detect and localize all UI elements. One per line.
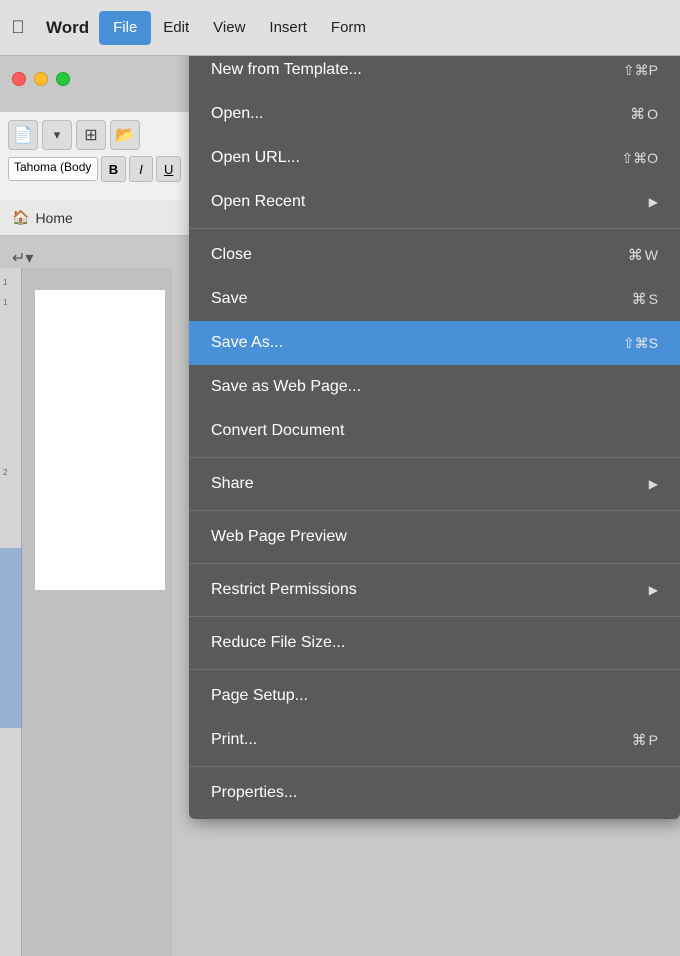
menu-form-label: Form xyxy=(331,19,366,36)
home-tab-label: Home xyxy=(35,210,72,226)
menu-item-share[interactable]: Share ▶ xyxy=(189,462,680,506)
left-doc-page xyxy=(35,290,165,590)
menu-insert[interactable]: Insert xyxy=(257,11,319,45)
file-dropdown-menu: New Blank Document ⌘N New from Template.… xyxy=(189,0,680,819)
menu-item-save[interactable]: Save ⌘S xyxy=(189,277,680,321)
traffic-lights xyxy=(12,72,70,86)
menu-item-print[interactable]: Print... ⌘P xyxy=(189,718,680,762)
menu-section-web-preview: Web Page Preview xyxy=(189,510,680,563)
left-toolbar: 📄 ▾ ⊞ 📂 Tahoma (Body B I U xyxy=(0,112,189,202)
menu-item-reduce-size[interactable]: Reduce File Size... xyxy=(189,621,680,665)
home-icon: 🏠 xyxy=(12,209,29,226)
ruler-highlight xyxy=(0,548,22,728)
toolbar-row-1: 📄 ▾ ⊞ 📂 xyxy=(8,120,181,150)
new-doc-button[interactable]: 📄 xyxy=(8,120,38,150)
menu-section-share: Share ▶ xyxy=(189,457,680,510)
menu-section-save: Close ⌘W Save ⌘S Save As... ⇧⌘S Save as … xyxy=(189,228,680,457)
menu-file-label: File xyxy=(113,19,137,36)
menu-item-restrict[interactable]: Restrict Permissions ▶ xyxy=(189,568,680,612)
left-vertical-ruler: 1 1 2 xyxy=(0,268,22,956)
file-menu-overlay: New Blank Document ⌘N New from Template.… xyxy=(189,0,680,956)
menu-item-save-as[interactable]: Save As... ⇧⌘S xyxy=(189,321,680,365)
menu-file[interactable]: File xyxy=(99,11,151,45)
menu-section-permissions: Restrict Permissions ▶ xyxy=(189,563,680,616)
bold-button[interactable]: B xyxy=(101,156,126,182)
menu-item-open-recent[interactable]: Open Recent ▶ xyxy=(189,180,680,224)
underline-button[interactable]: U xyxy=(156,156,181,182)
close-button[interactable] xyxy=(12,72,26,86)
home-tab[interactable]: 🏠 Home xyxy=(0,200,189,236)
menu-section-properties: Properties... xyxy=(189,766,680,819)
menu-item-close[interactable]: Close ⌘W xyxy=(189,233,680,277)
menu-item-save-web[interactable]: Save as Web Page... xyxy=(189,365,680,409)
italic-button[interactable]: I xyxy=(129,156,154,182)
menu-edit[interactable]: Edit xyxy=(151,11,201,45)
toolbar-row-2: Tahoma (Body B I U xyxy=(8,156,181,182)
maximize-button[interactable] xyxy=(56,72,70,86)
menu-item-open[interactable]: Open... ⌘O xyxy=(189,92,680,136)
menu-section-print: Page Setup... Print... ⌘P xyxy=(189,669,680,766)
menu-item-properties[interactable]: Properties... xyxy=(189,771,680,815)
open-button[interactable]: 📂 xyxy=(110,120,140,150)
menu-insert-label: Insert xyxy=(269,19,307,36)
app-name: Word xyxy=(36,18,99,38)
menu-item-page-setup[interactable]: Page Setup... xyxy=(189,674,680,718)
menu-section-reduce: Reduce File Size... xyxy=(189,616,680,669)
menu-item-convert[interactable]: Convert Document xyxy=(189,409,680,453)
menu-item-open-url[interactable]: Open URL... ⇧⌘O xyxy=(189,136,680,180)
apple-icon:  xyxy=(11,17,25,38)
font-name-label: Tahoma (Body xyxy=(14,160,91,174)
grid-button[interactable]: ⊞ xyxy=(76,120,106,150)
font-selector[interactable]: Tahoma (Body xyxy=(8,157,98,181)
menu-edit-label: Edit xyxy=(163,19,189,36)
indent-icon: ↵▾ xyxy=(12,248,33,268)
toolbar-dropdown-button[interactable]: ▾ xyxy=(42,120,72,150)
menu-item-web-preview[interactable]: Web Page Preview xyxy=(189,515,680,559)
menu-view[interactable]: View xyxy=(201,11,257,45)
menu-form[interactable]: Form xyxy=(319,11,378,45)
minimize-button[interactable] xyxy=(34,72,48,86)
menu-view-label: View xyxy=(213,19,245,36)
apple-menu[interactable]:  xyxy=(0,0,36,56)
